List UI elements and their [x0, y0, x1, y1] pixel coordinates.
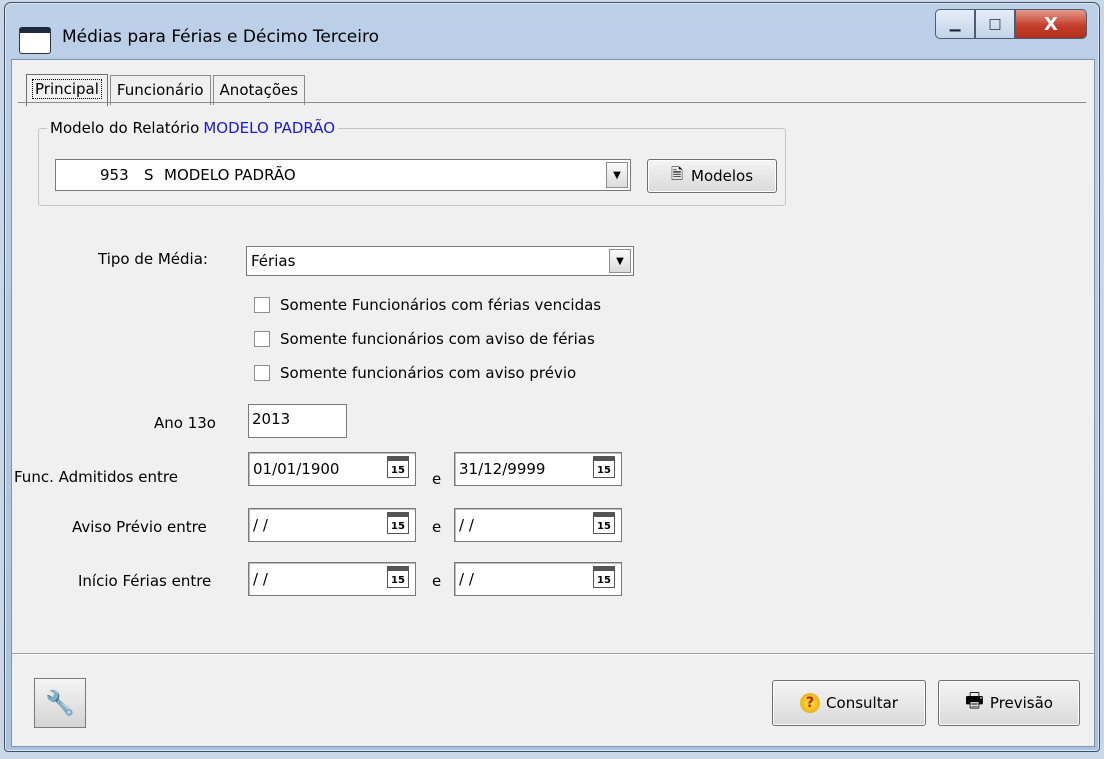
- aviso-previo-to-value: / /: [459, 516, 474, 534]
- tab-funcionario[interactable]: Funcionário: [109, 75, 211, 105]
- chevron-down-icon[interactable]: ▼: [606, 162, 628, 188]
- inicio-ferias-from-input[interactable]: / / 15: [248, 562, 416, 596]
- modelo-select[interactable]: 953 S MODELO PADRÃO ▼: [55, 159, 631, 191]
- tipo-media-select[interactable]: Férias ▼: [246, 246, 634, 276]
- consultar-button[interactable]: ? Consultar: [772, 680, 926, 726]
- checkbox[interactable]: [254, 365, 270, 381]
- calendar-icon[interactable]: 15: [387, 512, 409, 534]
- tipo-media-label: Tipo de Média:: [98, 250, 208, 268]
- checkbox[interactable]: [254, 331, 270, 347]
- chevron-down-icon[interactable]: ▼: [609, 249, 631, 273]
- help-icon: ?: [800, 693, 821, 713]
- window-title: Médias para Férias e Décimo Terceiro: [62, 27, 379, 47]
- aviso-previo-from-input[interactable]: / / 15: [248, 508, 416, 542]
- ano13-input[interactable]: 2013: [248, 404, 347, 438]
- window-app-icon: [19, 27, 51, 54]
- calendar-icon[interactable]: 15: [387, 566, 409, 588]
- maximize-button[interactable]: □: [975, 9, 1015, 39]
- ano13-label: Ano 13o: [154, 414, 216, 432]
- aviso-previo-label: Aviso Prévio entre: [72, 518, 207, 536]
- chk-aviso-previo-label: Somente funcionários com aviso prévio: [280, 364, 577, 382]
- tab-strip: Principal Funcionário Anotações: [26, 73, 307, 106]
- window-body: Principal Funcionário Anotações Modelo d…: [11, 59, 1095, 747]
- modelo-name: MODELO PADRÃO: [164, 166, 296, 184]
- printer-icon: 🖶: [965, 688, 984, 712]
- previsao-button[interactable]: 🖶 Previsão: [938, 680, 1080, 726]
- admitidos-from-value: 01/01/1900: [253, 460, 340, 478]
- chk-ferias-vencidas[interactable]: Somente Funcionários com férias vencidas: [254, 296, 601, 314]
- inicio-ferias-sep: e: [432, 572, 442, 590]
- admitidos-label: Func. Admitidos entre: [14, 468, 178, 486]
- calendar-icon[interactable]: 15: [593, 456, 615, 478]
- footer-divider: [12, 653, 1094, 655]
- modelos-button-label: Modelos: [691, 167, 754, 185]
- calendar-icon[interactable]: 15: [593, 512, 615, 534]
- aviso-previo-to-input[interactable]: / / 15: [454, 508, 622, 542]
- tab-anotacoes[interactable]: Anotações: [212, 75, 306, 105]
- main-window: Médias para Férias e Décimo Terceiro ▁ □…: [4, 2, 1100, 752]
- admitidos-from-input[interactable]: 01/01/1900 15: [248, 452, 416, 486]
- close-button[interactable]: X: [1015, 9, 1087, 39]
- tipo-media-value: Férias: [251, 252, 296, 270]
- window-controls: ▁ □ X: [935, 9, 1087, 39]
- modelos-button[interactable]: 🗎 Modelos: [647, 159, 777, 193]
- admitidos-to-value: 31/12/9999: [459, 460, 546, 478]
- inicio-ferias-to-value: / /: [459, 570, 474, 588]
- chk-ferias-vencidas-label: Somente Funcionários com férias vencidas: [280, 296, 602, 314]
- inicio-ferias-to-input[interactable]: / / 15: [454, 562, 622, 596]
- inicio-ferias-from-value: / /: [253, 570, 268, 588]
- settings-tool-button[interactable]: 🔧: [34, 678, 86, 728]
- chk-aviso-ferias-label: Somente funcionários com aviso de férias: [280, 330, 595, 348]
- title-bar[interactable]: Médias para Férias e Décimo Terceiro ▁ □…: [5, 3, 1099, 59]
- tab-principal-label: Principal: [32, 79, 102, 99]
- previsao-button-label: Previsão: [989, 694, 1053, 712]
- aviso-previo-sep: e: [432, 518, 442, 536]
- modelo-relatorio-current: MODELO PADRÃO: [203, 119, 336, 137]
- checkbox[interactable]: [254, 297, 270, 313]
- chk-aviso-ferias[interactable]: Somente funcionários com aviso de férias: [254, 330, 595, 348]
- consultar-button-label: Consultar: [826, 694, 898, 712]
- calendar-icon[interactable]: 15: [387, 456, 409, 478]
- document-icon: 🗎: [670, 164, 684, 183]
- wrench-icon: 🔧: [45, 689, 75, 717]
- modelo-relatorio-legend: Modelo do Relatório MODELO PADRÃO: [47, 119, 339, 137]
- modelo-flag: S: [144, 166, 154, 184]
- aviso-previo-from-value: / /: [253, 516, 268, 534]
- chk-aviso-previo[interactable]: Somente funcionários com aviso prévio: [254, 364, 576, 382]
- admitidos-sep: e: [432, 470, 442, 488]
- modelo-relatorio-label: Modelo do Relatório: [50, 119, 200, 137]
- calendar-icon[interactable]: 15: [593, 566, 615, 588]
- admitidos-to-input[interactable]: 31/12/9999 15: [454, 452, 622, 486]
- minimize-button[interactable]: ▁: [935, 9, 975, 39]
- modelo-code: 953: [100, 166, 129, 184]
- inicio-ferias-label: Início Férias entre: [78, 572, 212, 590]
- modelo-relatorio-group: Modelo do Relatório MODELO PADRÃO 953 S M…: [38, 119, 786, 206]
